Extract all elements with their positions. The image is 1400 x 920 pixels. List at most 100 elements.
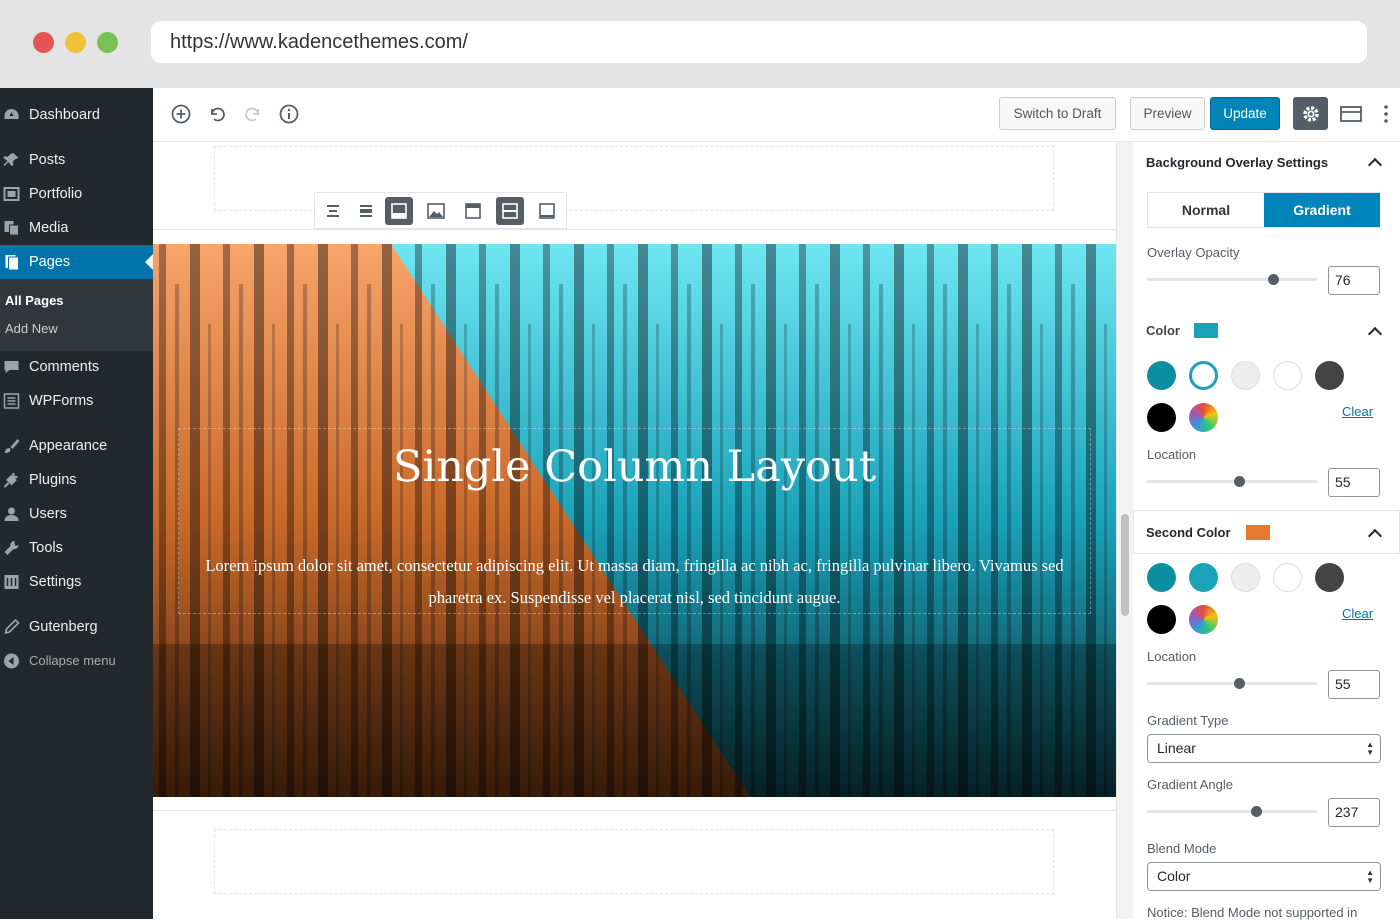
- info-icon[interactable]: [278, 103, 300, 125]
- sidebar-item-posts[interactable]: Posts: [0, 143, 153, 177]
- forms-icon: [3, 393, 20, 409]
- switch-to-draft-button[interactable]: Switch to Draft: [999, 97, 1116, 130]
- redo-icon[interactable]: [242, 103, 264, 125]
- sidebar-item-label: Plugins: [29, 472, 77, 488]
- sidebar-item-wpforms[interactable]: WPForms: [0, 384, 153, 418]
- sidebar-item-comments[interactable]: Comments: [0, 350, 153, 384]
- dashboard-icon: [4, 109, 19, 119]
- fullwidth-toggle-icon[interactable]: [1340, 103, 1362, 125]
- content-top-button[interactable]: [459, 197, 487, 225]
- tab-normal[interactable]: Normal: [1148, 193, 1264, 227]
- blend-mode-select[interactable]: Color ▲ ▼: [1147, 862, 1381, 891]
- collapse-arrow-icon: [4, 653, 19, 669]
- collapse-chevron-icon[interactable]: [1367, 157, 1383, 173]
- sidebar-item-dashboard[interactable]: Dashboard: [0, 98, 153, 132]
- overlay-opacity-slider[interactable]: [1147, 274, 1317, 285]
- color-swatch-white[interactable]: [1273, 361, 1302, 390]
- location-slider[interactable]: [1147, 678, 1317, 689]
- clear-color-link[interactable]: Clear: [1342, 606, 1373, 621]
- location-input[interactable]: 55: [1328, 468, 1380, 497]
- pencil-icon: [4, 619, 20, 635]
- slider-thumb[interactable]: [1234, 678, 1246, 689]
- color-swatch-white[interactable]: [1273, 563, 1302, 592]
- sidebar-item-label: Comments: [29, 359, 100, 375]
- content-bottom-button[interactable]: [533, 197, 561, 225]
- address-bar[interactable]: https://www.kadencethemes.com/: [151, 21, 1367, 63]
- user-icon: [4, 507, 19, 521]
- gradient-angle-input[interactable]: 237: [1328, 798, 1380, 827]
- add-block-icon[interactable]: [170, 103, 192, 125]
- sidebar-item-appearance[interactable]: Appearance: [0, 429, 153, 463]
- panel-title[interactable]: Background Overlay Settings: [1146, 155, 1328, 170]
- more-options-icon[interactable]: [1375, 103, 1397, 125]
- sidebar-item-label: Settings: [29, 574, 82, 590]
- color-swatch-dark-gray[interactable]: [1315, 361, 1344, 390]
- tab-gradient[interactable]: Gradient: [1264, 193, 1380, 227]
- preview-button[interactable]: Preview: [1130, 97, 1205, 130]
- minimize-window-button[interactable]: [65, 32, 86, 53]
- sidebar-item-pages[interactable]: Pages: [0, 245, 153, 279]
- color-swatch-light-gray[interactable]: [1231, 361, 1260, 390]
- align-full-icon: [391, 203, 407, 219]
- sidebar-item-gutenberg[interactable]: Gutenberg: [0, 610, 153, 644]
- color-swatch-dark-gray[interactable]: [1315, 563, 1344, 592]
- collapse-menu-button[interactable]: Collapse menu: [0, 644, 153, 678]
- second-color-preview-chip[interactable]: [1246, 525, 1270, 540]
- color-swatch-black[interactable]: [1147, 403, 1176, 432]
- sidebar-item-label: Tools: [29, 540, 63, 556]
- overlay-opacity-input[interactable]: 76: [1328, 266, 1380, 295]
- align-wide-button[interactable]: [352, 197, 380, 225]
- sidebar-item-users[interactable]: Users: [0, 497, 153, 531]
- brush-icon: [4, 439, 20, 453]
- close-window-button[interactable]: [33, 32, 54, 53]
- submenu-all-pages[interactable]: All Pages: [5, 293, 64, 308]
- sidebar-item-media[interactable]: Media: [0, 211, 153, 245]
- slider-thumb[interactable]: [1267, 274, 1279, 285]
- location-label: Location: [1147, 649, 1197, 664]
- color-collapse-chevron-icon[interactable]: [1367, 326, 1383, 342]
- sidebar-item-plugins[interactable]: Plugins: [0, 463, 153, 497]
- slider-thumb[interactable]: [1251, 806, 1262, 817]
- canvas-scrollbar[interactable]: [1116, 142, 1133, 919]
- gear-icon: [1303, 106, 1319, 122]
- color-swatch-teal[interactable]: [1147, 563, 1176, 592]
- hero-row-block[interactable]: Single Column Layout Lorem ipsum dolor s…: [153, 244, 1116, 797]
- browser-window-bar: https://www.kadencethemes.com/: [0, 0, 1400, 88]
- maximize-window-button[interactable]: [97, 32, 118, 53]
- align-center-button[interactable]: [319, 197, 347, 225]
- background-image-button[interactable]: [422, 197, 450, 225]
- custom-color-picker-icon[interactable]: [1189, 403, 1218, 432]
- align-full-button[interactable]: [385, 197, 413, 225]
- gradient-angle-slider[interactable]: [1147, 806, 1317, 817]
- location-input[interactable]: 55: [1328, 670, 1380, 699]
- undo-icon[interactable]: [206, 103, 228, 125]
- color-swatch-black[interactable]: [1147, 605, 1176, 634]
- custom-color-picker-icon[interactable]: [1189, 605, 1218, 634]
- gradient-type-select[interactable]: Linear ▲ ▼: [1147, 734, 1381, 763]
- select-arrows-icon: ▲ ▼: [1366, 740, 1374, 757]
- sidebar-item-settings[interactable]: Settings: [0, 565, 153, 599]
- color-swatch-cyan[interactable]: [1189, 563, 1218, 592]
- empty-block-placeholder[interactable]: [214, 829, 1054, 894]
- location-slider[interactable]: [1147, 476, 1317, 487]
- blend-mode-notice: Notice: Blend Mode not supported in: [1147, 905, 1358, 920]
- color-swatch-light-gray[interactable]: [1231, 563, 1260, 592]
- clear-color-link[interactable]: Clear: [1342, 404, 1373, 419]
- sidebar-item-label: Gutenberg: [29, 619, 98, 635]
- sidebar-item-tools[interactable]: Tools: [0, 531, 153, 565]
- content-middle-button[interactable]: [496, 197, 524, 225]
- sidebar-item-portfolio[interactable]: Portfolio: [0, 177, 153, 211]
- scrollbar-thumb[interactable]: [1121, 514, 1129, 616]
- settings-button[interactable]: [1293, 97, 1328, 130]
- color-preview-chip[interactable]: [1194, 323, 1218, 338]
- color-swatch-selected[interactable]: [1189, 361, 1218, 390]
- comment-icon: [4, 361, 19, 373]
- overlay-opacity-label: Overlay Opacity: [1147, 245, 1240, 260]
- hero-paragraph[interactable]: Lorem ipsum dolor sit amet, consectetur …: [183, 550, 1086, 614]
- content-middle-icon: [502, 203, 518, 219]
- update-button[interactable]: Update: [1210, 97, 1280, 130]
- slider-thumb[interactable]: [1234, 476, 1246, 487]
- color-swatch-teal[interactable]: [1147, 361, 1176, 390]
- submenu-add-new[interactable]: Add New: [5, 321, 58, 336]
- hero-heading[interactable]: Single Column Layout: [153, 442, 1116, 492]
